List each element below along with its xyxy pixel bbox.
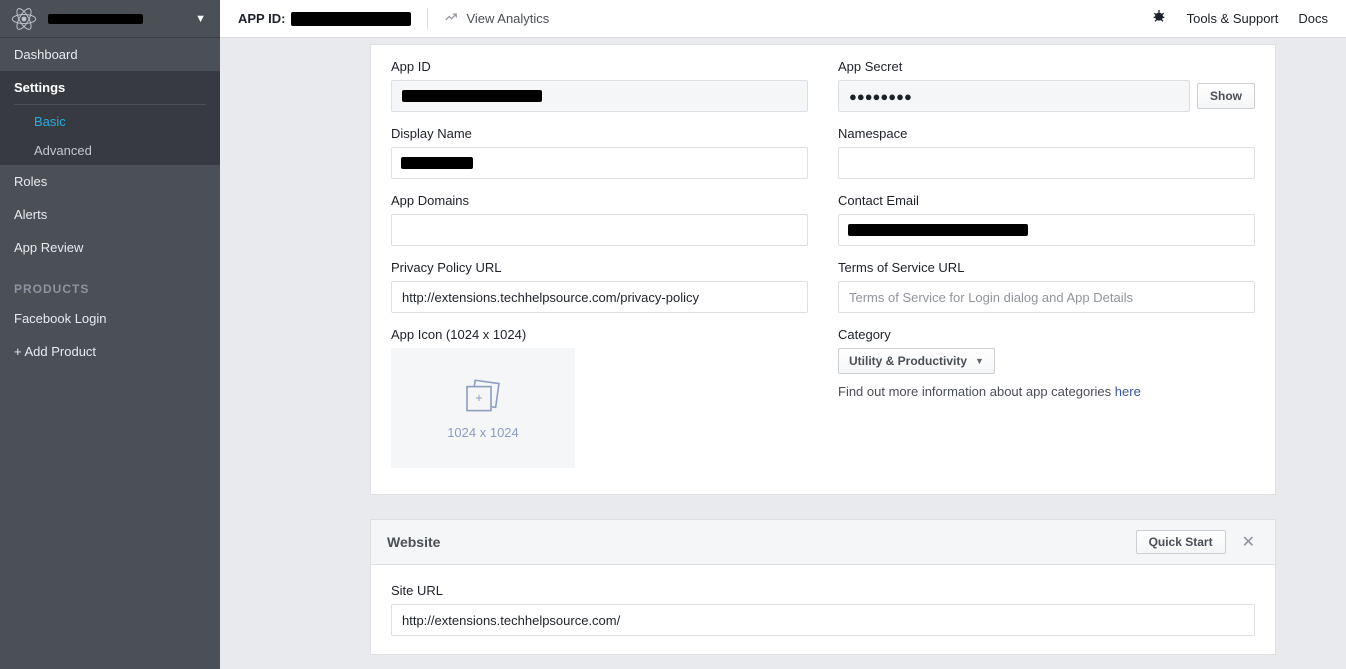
sidebar-section-settings: Settings Basic Advanced	[0, 71, 220, 165]
site-url-input[interactable]	[391, 604, 1255, 636]
chevron-down-icon: ▼	[195, 13, 206, 25]
sidebar-item-settings[interactable]: Settings	[0, 71, 220, 104]
docs-link[interactable]: Docs	[1298, 11, 1328, 26]
contact-email-label: Contact Email	[838, 193, 1255, 208]
view-analytics-link[interactable]: View Analytics	[444, 10, 549, 27]
sidebar-app-selector[interactable]: ▼	[0, 0, 220, 38]
analytics-icon	[444, 10, 458, 27]
tools-support-link[interactable]: Tools & Support	[1187, 11, 1279, 26]
basic-settings-panel: App ID App Secret ●●●●●●●● Show	[370, 44, 1276, 495]
app-domains-input[interactable]	[391, 214, 808, 246]
app-id-field-label: App ID	[391, 59, 808, 74]
app-icon-dim-text: 1024 x 1024	[447, 425, 519, 440]
display-name-label: Display Name	[391, 126, 808, 141]
app-icon-label: App Icon (1024 x 1024)	[391, 327, 808, 342]
app-secret-field-label: App Secret	[838, 59, 1255, 74]
image-upload-icon: +	[459, 377, 507, 417]
topbar: APP ID: View Analytics Tools & Support D…	[220, 0, 1346, 38]
privacy-url-input[interactable]	[391, 281, 808, 313]
quick-start-button[interactable]: Quick Start	[1136, 530, 1226, 554]
bug-icon[interactable]	[1151, 8, 1167, 29]
appid-label: APP ID:	[238, 11, 285, 26]
sidebar-products-label: PRODUCTS	[0, 264, 220, 302]
category-value: Utility & Productivity	[849, 354, 967, 368]
sidebar-app-name	[48, 12, 195, 26]
privacy-url-label: Privacy Policy URL	[391, 260, 808, 275]
show-secret-button[interactable]: Show	[1197, 83, 1255, 109]
category-here-link[interactable]: here	[1115, 384, 1141, 399]
website-panel-title: Website	[387, 534, 1136, 550]
sidebar-item-facebook-login[interactable]: Facebook Login	[0, 302, 220, 335]
brand-icon	[10, 5, 38, 33]
app-domains-label: App Domains	[391, 193, 808, 208]
tos-url-input[interactable]	[838, 281, 1255, 313]
chevron-down-icon: ▼	[975, 356, 984, 366]
svg-text:+: +	[475, 389, 482, 404]
sidebar: ▼ Dashboard Settings Basic Advanced Role…	[0, 0, 220, 669]
category-note: Find out more information about app cate…	[838, 384, 1255, 399]
website-platform-panel: Website Quick Start ✕ Site URL	[370, 519, 1276, 655]
app-icon-upload[interactable]: + 1024 x 1024	[391, 348, 575, 468]
view-analytics-label: View Analytics	[466, 11, 549, 26]
category-label: Category	[838, 327, 1255, 342]
app-id-value	[391, 80, 808, 112]
namespace-input[interactable]	[838, 147, 1255, 179]
app-secret-value: ●●●●●●●●	[838, 80, 1190, 112]
appid-value	[291, 12, 411, 26]
sidebar-subitem-advanced[interactable]: Advanced	[0, 136, 220, 165]
site-url-label: Site URL	[391, 583, 1255, 598]
sidebar-item-alerts[interactable]: Alerts	[0, 198, 220, 231]
category-dropdown[interactable]: Utility & Productivity ▼	[838, 348, 995, 374]
close-icon[interactable]: ✕	[1238, 532, 1259, 552]
tos-url-label: Terms of Service URL	[838, 260, 1255, 275]
sidebar-subitem-basic[interactable]: Basic	[0, 107, 220, 136]
namespace-label: Namespace	[838, 126, 1255, 141]
sidebar-item-dashboard[interactable]: Dashboard	[0, 38, 220, 71]
sidebar-item-roles[interactable]: Roles	[0, 165, 220, 198]
sidebar-item-app-review[interactable]: App Review	[0, 231, 220, 264]
sidebar-add-product[interactable]: + Add Product	[0, 335, 220, 368]
